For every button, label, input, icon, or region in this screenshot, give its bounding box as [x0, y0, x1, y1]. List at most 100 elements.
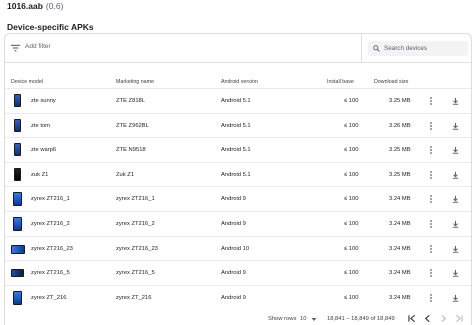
device-model-cell: zyrex ZT216_23 — [31, 245, 73, 252]
install-base-cell: ≤ 100 — [344, 147, 359, 154]
android-version-cell: Android 5.1 — [221, 171, 251, 178]
column-header-android-version[interactable]: Android version — [221, 79, 258, 85]
android-version-cell: Android 9 — [221, 270, 246, 277]
download-icon[interactable] — [451, 268, 460, 278]
search-box[interactable] — [368, 41, 468, 56]
device-model-cell: zyrex ZT216_1 — [31, 196, 70, 203]
app-title: 1016.aab (0.6) — [7, 1, 63, 11]
caret-down-icon[interactable] — [311, 317, 317, 322]
install-base-cell: ≤ 100 — [344, 196, 359, 203]
more-vert-icon[interactable] — [427, 219, 435, 229]
device-model-cell: zyrex ZT216_2 — [31, 220, 70, 227]
more-vert-icon[interactable] — [427, 244, 435, 254]
install-base-cell: ≤ 100 — [344, 171, 359, 178]
top-bar: 1016.aab (0.6) — [0, 0, 474, 14]
table-row[interactable]: zyrex ZT216_2 zyrex ZT216_2 Android 9 ≤ 100… — [5, 210, 471, 236]
android-version-cell: Android 9 — [221, 294, 246, 301]
column-header-marketing-name[interactable]: Marketing name — [116, 79, 154, 85]
column-header-device-model[interactable]: Device model — [11, 79, 43, 85]
download-size-cell: 3.24 MB — [389, 196, 411, 203]
device-thumbnail — [11, 244, 25, 254]
page-range: 18,841 – 18,849 of 18,849 — [327, 316, 395, 322]
search-input[interactable] — [382, 41, 468, 56]
download-icon[interactable] — [451, 145, 460, 155]
column-header-download-size[interactable]: Download size — [374, 79, 408, 85]
device-model-cell: zuk Z1 — [31, 171, 49, 178]
device-thumbnail — [14, 167, 21, 181]
device-thumbnail — [14, 94, 21, 107]
download-size-cell: 3.24 MB — [389, 220, 411, 227]
install-base-cell: ≤ 100 — [344, 220, 359, 227]
download-size-cell: 3.25 MB — [389, 98, 411, 104]
more-vert-icon[interactable] — [427, 121, 435, 131]
device-model-cell: zte sunny — [31, 98, 56, 104]
download-icon[interactable] — [451, 170, 460, 180]
android-version-cell: Android 5.1 — [221, 122, 251, 129]
download-icon[interactable] — [451, 219, 460, 229]
device-thumbnail — [14, 118, 21, 132]
more-vert-icon[interactable] — [427, 145, 435, 155]
marketing-name-cell: zyrex ZT_216 — [116, 294, 152, 301]
device-model-cell: zyrex ZT216_5 — [31, 270, 70, 277]
pagination-bar: Show rows 10 18,841 – 18,849 of 18,849 — [0, 312, 474, 325]
device-model-cell: zte warp6 — [31, 147, 57, 154]
search-icon — [373, 45, 380, 52]
more-vert-icon[interactable] — [427, 268, 435, 278]
add-filter-button[interactable]: Add filter — [25, 43, 51, 50]
section-title: Device-specific APKs — [7, 22, 94, 32]
table-row[interactable]: zuk Z1 Zuk Z1 Android 5.1 ≤ 100 3.25 MB — [5, 161, 471, 187]
more-vert-icon[interactable] — [427, 96, 435, 106]
table-row[interactable]: zte sunny ZTE Z818L Android 5.1 ≤ 100 3.25 M… — [5, 88, 471, 113]
device-model-cell: zte tom — [31, 122, 51, 129]
marketing-name-cell: zyrex ZT216_2 — [116, 220, 155, 227]
table-row[interactable]: zyrex ZT_216 zyrex ZT_216 Android 9 ≤ 100 3.… — [5, 284, 471, 310]
device-model-cell: zyrex ZT_216 — [31, 294, 67, 301]
download-size-cell: 3.24 MB — [389, 245, 411, 252]
chevron-right-icon[interactable] — [439, 314, 448, 323]
devices-table-card: Add filter Device model Marketing name A… — [4, 33, 472, 325]
column-header-install-base[interactable]: Install base — [327, 79, 354, 85]
table-row[interactable]: zyrex ZT216_5 zyrex ZT216_5 Android 9 ≤ 100… — [5, 260, 471, 285]
table-row[interactable]: zte warp6 ZTE N9518 Android 5.1 ≤ 100 3.25 M… — [5, 137, 471, 162]
marketing-name-cell: Zuk Z1 — [116, 171, 135, 178]
divider — [361, 34, 362, 62]
last-page-icon[interactable] — [455, 314, 464, 323]
download-size-cell: 3.24 MB — [389, 294, 411, 301]
more-vert-icon[interactable] — [427, 170, 435, 180]
rows-per-page-select[interactable]: 10 — [300, 316, 306, 322]
download-icon[interactable] — [451, 121, 460, 131]
rows-per-page-label: Show rows — [268, 316, 297, 322]
table-row[interactable]: zte tom ZTE Z962BL Android 5.1 ≤ 100 3.26 MB — [5, 112, 471, 138]
download-icon[interactable] — [451, 194, 460, 204]
marketing-name-cell: ZTE N9518 — [116, 147, 146, 154]
app-version: (0.6) — [45, 1, 64, 11]
device-thumbnail — [13, 290, 22, 305]
download-size-cell: 3.26 MB — [389, 122, 411, 129]
android-version-cell: Android 5.1 — [221, 98, 251, 104]
first-page-icon[interactable] — [407, 314, 416, 323]
download-size-cell: 3.25 MB — [389, 171, 411, 178]
download-icon[interactable] — [451, 96, 460, 106]
filter-icon[interactable] — [10, 43, 21, 53]
device-thumbnail — [14, 143, 21, 157]
table-row[interactable]: zyrex ZT216_1 zyrex ZT216_1 Android 9 ≤ 100… — [5, 186, 471, 211]
download-icon[interactable] — [451, 293, 460, 303]
table-row[interactable]: zyrex ZT216_23 zyrex ZT216_23 Android 10 ≤ … — [5, 235, 471, 261]
download-size-cell: 3.25 MB — [389, 147, 411, 154]
device-thumbnail — [13, 216, 22, 231]
android-version-cell: Android 10 — [221, 245, 250, 252]
marketing-name-cell: zyrex ZT216_1 — [116, 196, 155, 203]
install-base-cell: ≤ 100 — [344, 294, 359, 301]
install-base-cell: ≤ 100 — [344, 245, 359, 252]
more-vert-icon[interactable] — [427, 293, 435, 303]
android-version-cell: Android 9 — [221, 220, 246, 227]
app-bundle-name: 1016.aab — [7, 1, 43, 11]
device-thumbnail — [11, 269, 24, 278]
chevron-left-icon[interactable] — [423, 314, 432, 323]
more-vert-icon[interactable] — [427, 194, 435, 204]
install-base-cell: ≤ 100 — [344, 122, 359, 129]
download-size-cell: 3.24 MB — [389, 270, 411, 277]
device-thumbnail — [13, 192, 22, 207]
install-base-cell: ≤ 100 — [344, 98, 359, 104]
download-icon[interactable] — [451, 244, 460, 254]
